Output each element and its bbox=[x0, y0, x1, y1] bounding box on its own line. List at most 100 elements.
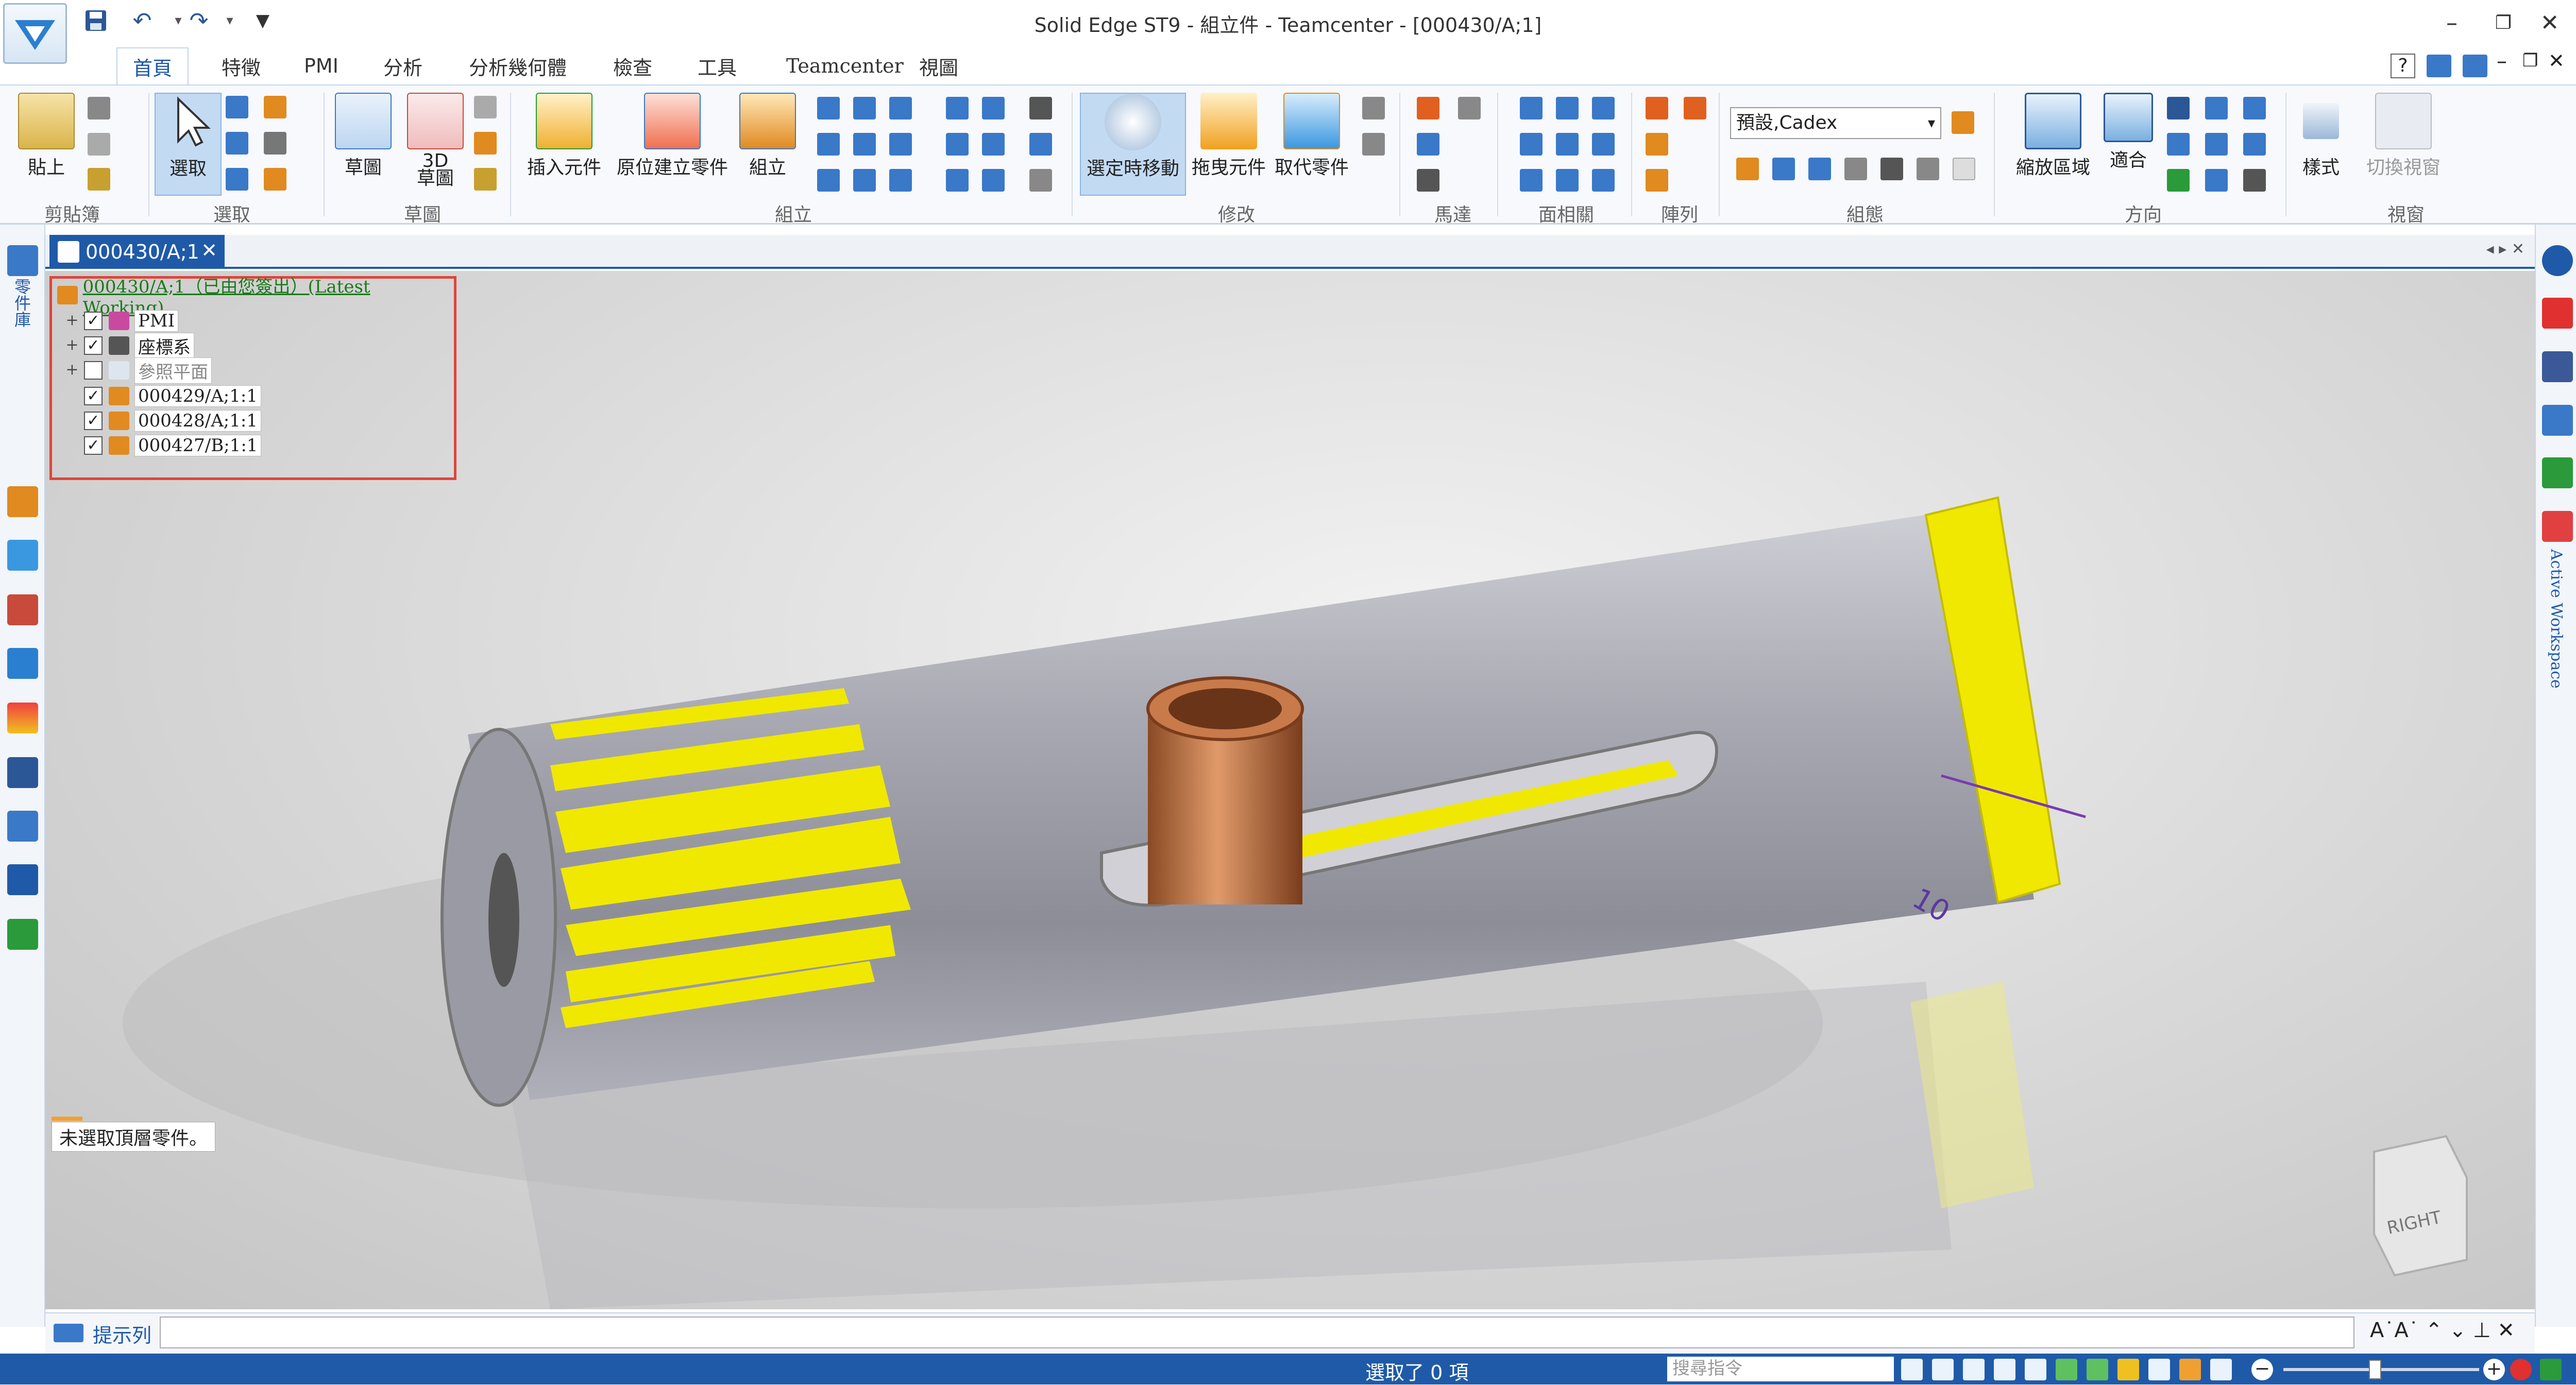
sketch-tool-3-icon[interactable] bbox=[474, 168, 497, 191]
relationship-5-icon[interactable] bbox=[853, 133, 876, 156]
view-tool-2-icon[interactable] bbox=[2243, 133, 2266, 156]
tree-root[interactable]: 000430/A;1（已由您簽出）(Latest Working) bbox=[57, 277, 454, 318]
config-tool-5-icon[interactable] bbox=[1880, 158, 1903, 180]
visibility-checkbox[interactable]: ✓ bbox=[84, 336, 103, 355]
relationship-10-icon[interactable] bbox=[946, 97, 969, 119]
zoom-status-icon[interactable] bbox=[1963, 1359, 1985, 1380]
visibility-checkbox[interactable]: ✓ bbox=[84, 387, 103, 405]
select-manager-icon[interactable] bbox=[264, 132, 286, 155]
save-icon[interactable] bbox=[82, 7, 109, 34]
cut-icon[interactable] bbox=[88, 97, 110, 119]
pathfinder-tab-icon[interactable] bbox=[7, 486, 38, 517]
zoom-out-icon[interactable]: − bbox=[2251, 1359, 2273, 1380]
copy-icon[interactable] bbox=[88, 133, 110, 156]
sketch-tool-1-icon[interactable] bbox=[474, 96, 497, 118]
doc-restore-icon[interactable]: ❐ bbox=[2522, 50, 2538, 71]
rotate-icon[interactable] bbox=[2167, 133, 2190, 156]
config-tool-6-icon[interactable] bbox=[1917, 158, 1939, 180]
document-tab[interactable]: 000430/A;1 ✕ bbox=[49, 235, 225, 269]
prompt-bar-controls[interactable]: A˙A˙ ⌃ ⌄ ⊥ ✕ bbox=[2370, 1319, 2515, 1342]
appearance-tab-icon[interactable] bbox=[7, 703, 38, 733]
share-icon[interactable] bbox=[1901, 1359, 1923, 1380]
view-tool-4-icon[interactable] bbox=[2243, 169, 2266, 192]
modify-tool-1-icon[interactable] bbox=[1362, 97, 1385, 119]
view-tool-3-icon[interactable] bbox=[2205, 169, 2228, 192]
visibility-checkbox[interactable]: ✓ bbox=[84, 312, 103, 330]
face-tool-7-icon[interactable] bbox=[1520, 169, 1543, 192]
expand-icon[interactable]: + bbox=[64, 313, 80, 329]
pattern-1-icon[interactable] bbox=[1646, 97, 1668, 119]
face-tool-3-icon[interactable] bbox=[1592, 97, 1615, 119]
config-tool-7-icon[interactable] bbox=[1953, 158, 1975, 180]
zoom-slider[interactable] bbox=[2283, 1368, 2479, 1371]
face-tool-1-icon[interactable] bbox=[1520, 97, 1543, 119]
config-tool-3-icon[interactable] bbox=[1808, 158, 1831, 180]
relationship-7-icon[interactable] bbox=[817, 169, 840, 192]
community-icon[interactable] bbox=[2542, 405, 2573, 436]
zoom-area-button[interactable]: 縮放區域 bbox=[2004, 93, 2102, 196]
configuration-save-icon[interactable] bbox=[1952, 111, 1974, 134]
expand-icon[interactable]: + bbox=[64, 337, 80, 353]
active-workspace-label[interactable]: Active Workspace bbox=[2547, 549, 2565, 689]
pan-icon[interactable] bbox=[2205, 97, 2228, 119]
relationship-17-icon[interactable] bbox=[1029, 133, 1052, 156]
active-workspace-icon[interactable] bbox=[2542, 511, 2573, 542]
tree-item[interactable]: ✓ 000429/A;1:1 bbox=[80, 384, 261, 408]
tab-scroll-icon[interactable]: ◂ ▸ ✕ bbox=[2486, 240, 2524, 258]
tab-view[interactable]: 視圖 bbox=[904, 47, 974, 84]
ribbon-layout-icon[interactable] bbox=[2463, 55, 2487, 77]
sketch-3d-button[interactable]: 3D 草圖 bbox=[402, 93, 469, 196]
pattern-2-icon[interactable] bbox=[1684, 97, 1706, 119]
styles-button[interactable]: 樣式 bbox=[2293, 93, 2349, 196]
select-move-button[interactable]: 選定時移動 bbox=[1080, 93, 1186, 196]
pattern-4-icon[interactable] bbox=[1646, 169, 1668, 192]
doc-close-icon[interactable]: ✕ bbox=[2548, 49, 2565, 72]
close-button[interactable]: ✕ bbox=[2532, 7, 2568, 38]
tab-analysis-geometry[interactable]: 分析幾何體 bbox=[453, 47, 582, 84]
help-circle-icon[interactable] bbox=[2542, 245, 2573, 276]
teamcenter-tab-icon[interactable] bbox=[7, 919, 38, 950]
select-parts-icon[interactable] bbox=[264, 168, 286, 191]
relationship-2-icon[interactable] bbox=[853, 97, 876, 119]
motor-tool-icon[interactable] bbox=[1458, 97, 1481, 119]
tree-item[interactable]: ✓ 000428/A;1:1 bbox=[80, 408, 261, 433]
config-tool-1-icon[interactable] bbox=[1736, 158, 1759, 180]
globe-icon[interactable] bbox=[2542, 457, 2573, 488]
view-cube[interactable]: RIGHT bbox=[2373, 1135, 2468, 1277]
configuration-dropdown[interactable]: 預設,Cadex ▾ bbox=[1730, 107, 1941, 139]
fit-button[interactable]: 適合 bbox=[2100, 93, 2157, 196]
minimize-button[interactable]: – bbox=[2434, 7, 2470, 38]
doc-minimize-icon[interactable]: – bbox=[2497, 49, 2507, 73]
pattern-3-icon[interactable] bbox=[1646, 133, 1668, 156]
prompt-input[interactable] bbox=[160, 1316, 2354, 1348]
spin-icon[interactable] bbox=[2205, 133, 2228, 156]
relationship-8-icon[interactable] bbox=[853, 169, 876, 192]
tree-item[interactable]: + 參照平面 bbox=[64, 357, 212, 384]
sketch-tool-2-icon[interactable] bbox=[474, 132, 497, 155]
family-tab-icon[interactable] bbox=[7, 811, 38, 842]
face-tool-2-icon[interactable] bbox=[1556, 97, 1579, 119]
visibility-checkbox[interactable]: ✓ bbox=[84, 436, 103, 455]
switch-window-button[interactable]: 切換視窗 bbox=[2360, 93, 2447, 196]
select-tools-icon[interactable] bbox=[264, 96, 286, 118]
relationship-18-icon[interactable] bbox=[1029, 169, 1052, 192]
face-tool-9-icon[interactable] bbox=[1592, 169, 1615, 192]
replace-part-button[interactable]: 取代零件 bbox=[1270, 93, 1353, 196]
facebook-icon[interactable] bbox=[2542, 351, 2573, 382]
relationship-1-icon[interactable] bbox=[817, 97, 840, 119]
relationship-11-icon[interactable] bbox=[982, 97, 1005, 119]
face-tool-4-icon[interactable] bbox=[1520, 133, 1543, 156]
library-tab-label[interactable]: 零件庫 bbox=[10, 278, 31, 328]
help-icon[interactable]: ? bbox=[2391, 54, 2415, 78]
relationship-16-icon[interactable] bbox=[1029, 97, 1052, 119]
relationship-9-icon[interactable] bbox=[889, 169, 912, 192]
tree-item[interactable]: + ✓ 座標系 bbox=[64, 332, 194, 359]
relationship-3-icon[interactable] bbox=[889, 97, 912, 119]
format-painter-icon[interactable] bbox=[88, 168, 110, 191]
customize-quick-access-icon[interactable]: ▼ bbox=[249, 7, 276, 34]
motor-icon[interactable] bbox=[1417, 97, 1439, 119]
zoom-icon[interactable] bbox=[2167, 97, 2190, 119]
rotate-status-icon[interactable] bbox=[2056, 1359, 2077, 1380]
insert-component-button[interactable]: 插入元件 bbox=[520, 93, 608, 196]
config-tool-4-icon[interactable] bbox=[1844, 158, 1867, 180]
